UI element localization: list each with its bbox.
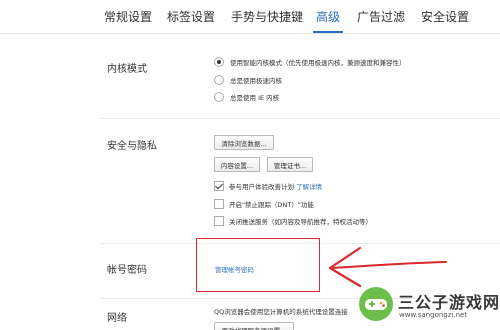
active-tab-indicator bbox=[313, 31, 343, 33]
radio-button[interactable] bbox=[214, 57, 224, 67]
tab-gestures-shortcuts[interactable]: 手势与快捷键 bbox=[231, 8, 303, 25]
radio-button[interactable] bbox=[214, 75, 224, 85]
tab-security[interactable]: 安全设置 bbox=[421, 8, 469, 25]
dnt-option[interactable]: 开启"禁止跟踪（DNT）"功能 bbox=[214, 198, 314, 210]
clear-browsing-data-button[interactable]: 清除浏览数据... bbox=[214, 135, 274, 150]
kernel-option-label: 总是使用极速内核 bbox=[230, 77, 282, 85]
red-arrow-icon bbox=[328, 246, 447, 288]
kernel-option-label: 总是使用 IE 内核 bbox=[230, 94, 280, 102]
learn-more-link[interactable]: 了解详情 bbox=[296, 183, 322, 191]
account-password-label: 帐号密码 bbox=[107, 265, 147, 276]
kernel-option-ie[interactable]: 总是使用 IE 内核 bbox=[214, 91, 279, 103]
tab-general[interactable]: 常规设置 bbox=[104, 8, 152, 25]
site-watermark: 三公子游戏网 www.sangongzi.net bbox=[358, 286, 500, 326]
disable-push-option[interactable]: 关闭推送服务（如内容及导航推荐，特权活动等） bbox=[214, 215, 372, 227]
section-divider bbox=[100, 118, 500, 119]
kernel-mode-label: 内核模式 bbox=[107, 64, 147, 75]
privacy-label: 安全与隐私 bbox=[107, 141, 157, 152]
watermark-url: www.sangongzi.net bbox=[399, 311, 468, 319]
ux-improvement-option[interactable]: 参与用户体验改善计划 了解详情 bbox=[214, 180, 322, 192]
kernel-option-label: 使用智能内核模式（优先使用极速内核，兼顾速度和兼容性） bbox=[230, 59, 406, 67]
tab-ad-filter[interactable]: 广告过滤 bbox=[357, 8, 405, 25]
checkbox[interactable] bbox=[214, 199, 224, 209]
content-settings-button[interactable]: 内容设置... bbox=[214, 157, 260, 172]
kernel-option-speed[interactable]: 总是使用极速内核 bbox=[214, 74, 282, 86]
network-label: 网络 bbox=[107, 313, 127, 324]
kernel-option-smart[interactable]: 使用智能内核模式（优先使用极速内核，兼顾速度和兼容性） bbox=[214, 56, 406, 68]
gamepad-logo-icon bbox=[359, 287, 393, 321]
checkbox[interactable] bbox=[214, 216, 224, 226]
checkbox[interactable] bbox=[214, 181, 224, 191]
manage-certificates-button[interactable]: 管理证书... bbox=[267, 157, 313, 172]
tab-advanced[interactable]: 高级 bbox=[316, 8, 340, 25]
ux-improvement-label: 参与用户体验改善计划 了解详情 bbox=[229, 183, 323, 191]
disable-push-label: 关闭推送服务（如内容及导航推荐，特权活动等） bbox=[229, 218, 372, 226]
watermark-title: 三公子游戏网 bbox=[398, 293, 500, 312]
dnt-label: 开启"禁止跟踪（DNT）"功能 bbox=[229, 201, 314, 209]
tab-tabs[interactable]: 标签设置 bbox=[167, 8, 215, 25]
highlight-box bbox=[196, 238, 320, 292]
radio-button[interactable] bbox=[214, 92, 224, 102]
settings-tab-bar: 常规设置 标签设置 手势与快捷键 高级 广告过滤 安全设置 bbox=[0, 0, 500, 34]
network-description: QQ浏览器会使用您计算机的系统代理设置连接 bbox=[214, 308, 348, 316]
change-proxy-button[interactable]: 更改代理服务器设置... bbox=[214, 322, 294, 330]
